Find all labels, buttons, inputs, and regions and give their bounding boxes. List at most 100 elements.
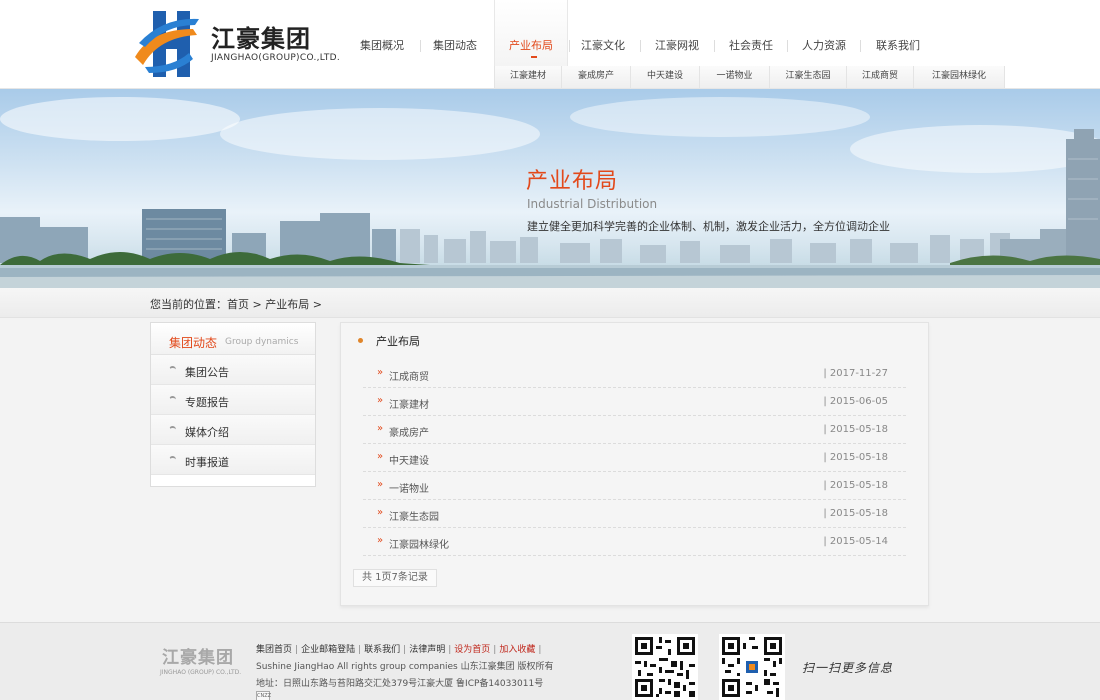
subnav-item-building-materials[interactable]: 江豪建材: [495, 66, 562, 88]
footer-link-separator: |: [295, 645, 299, 655]
logo-mark-icon: [135, 11, 199, 77]
list-item[interactable]: » 中天建设 | 2015-05-18: [363, 444, 906, 472]
content-panel: 产业布局 » 江成商贸 | 2017-11-27 » 江豪建材 | 2015-0…: [340, 322, 929, 606]
sidebar-item-current-affairs[interactable]: 时事报道: [151, 445, 315, 475]
footer-link-separator: |: [403, 645, 407, 655]
breadcrumb-separator: >: [252, 298, 262, 311]
nav-item-hr[interactable]: 人力资源: [789, 0, 859, 66]
list-item-title: 中天建设: [389, 456, 429, 467]
site-footer: 江豪集团 JINGHAO (GROUP) CO.,LTD. 集团首页 | 企业邮箱登…: [0, 622, 1100, 700]
list-item-title: 江豪园林绿化: [389, 540, 449, 551]
bullet-icon: [169, 396, 176, 403]
stats-badge-icon[interactable]: CNZZ: [256, 691, 271, 700]
sidebar-item-label: 专题报告: [185, 396, 229, 409]
subnav-item-real-estate[interactable]: 豪成房产: [562, 66, 631, 88]
nav-item-news[interactable]: 集团动态: [420, 0, 490, 66]
footer-logo-text: 江豪集团: [162, 648, 234, 668]
sidebar-subtitle: Group dynamics: [225, 337, 299, 347]
nav-item-video[interactable]: 江豪网视: [642, 0, 712, 66]
sidebar: 集团动态 Group dynamics 集团公告 专题报告 媒体介绍 时事报道: [150, 322, 316, 487]
qr-code-icon: [632, 634, 698, 700]
breadcrumb-separator: >: [312, 298, 322, 311]
banner: 产业布局 Industrial Distribution 建立健全更加科学完善的…: [0, 89, 1100, 288]
list-item-date: | 2015-06-05: [823, 396, 888, 407]
double-arrow-icon: »: [377, 423, 384, 434]
footer-links: 集团首页 | 企业邮箱登陆 | 联系我们 | 法律声明 | 设为首页 | 加入收藏 |: [256, 642, 544, 655]
list-item[interactable]: » 一诺物业 | 2015-05-18: [363, 472, 906, 500]
logo-text-en: JIANGHAO(GROUP)CO.,LTD.: [211, 53, 341, 63]
footer-link-set-homepage[interactable]: 设为首页: [454, 645, 490, 655]
bullet-icon: [169, 366, 176, 373]
footer-copyright: Sushine JiangHao All rights group compan…: [256, 662, 554, 672]
nav-item-contact[interactable]: 联系我们: [862, 0, 934, 66]
list-item[interactable]: » 江豪建材 | 2015-06-05: [363, 388, 906, 416]
list-item-title: 江成商贸: [389, 372, 429, 383]
nav-item-overview[interactable]: 集团概况: [346, 0, 418, 66]
banner-title: 产业布局: [526, 169, 619, 194]
list-item[interactable]: » 江豪园林绿化 | 2015-05-14: [363, 528, 906, 556]
subnav-item-construction[interactable]: 中天建设: [631, 66, 700, 88]
sidebar-item-announcements[interactable]: 集团公告: [151, 355, 315, 385]
list-item-date: | 2015-05-14: [823, 536, 888, 547]
breadcrumb-bar: 您当前的位置：首页 > 产业布局 >: [0, 288, 1100, 318]
pagination-info: 共 1页7条记录: [353, 569, 437, 587]
footer-address: 地址：日照山东路与苔阳路交汇处379号江豪大厦 鲁ICP备14033011号: [256, 679, 544, 689]
list-item[interactable]: » 豪成房产 | 2015-05-18: [363, 416, 906, 444]
footer-link-mail-login[interactable]: 企业邮箱登陆: [301, 645, 355, 655]
subnav-item-eco-park[interactable]: 江豪生态园: [770, 66, 847, 88]
double-arrow-icon: »: [377, 535, 384, 546]
sidebar-header: 集团动态 Group dynamics: [151, 323, 315, 355]
list-item-date: | 2017-11-27: [823, 368, 888, 379]
footer-link-separator: |: [358, 645, 362, 655]
footer-link-home[interactable]: 集团首页: [256, 645, 292, 655]
logo[interactable]: 江豪集团 JIANGHAO(GROUP)CO.,LTD.: [133, 7, 340, 83]
panel-title: 产业布局: [376, 335, 420, 348]
banner-description: 建立健全更加科学完善的企业体制、机制，激发企业活力，全方位调动企业: [527, 220, 890, 233]
list-item-title: 一诺物业: [389, 484, 429, 495]
footer-link-separator: |: [538, 645, 542, 655]
panel-header: 产业布局: [341, 323, 928, 355]
subnav-item-trade[interactable]: 江成商贸: [847, 66, 914, 88]
bullet-icon: [169, 456, 176, 463]
nav-divider: [640, 40, 641, 52]
list-item-date: | 2015-05-18: [823, 424, 888, 435]
breadcrumb-prefix: 您当前的位置：: [150, 298, 227, 311]
list-item-date: | 2015-05-18: [823, 452, 888, 463]
nav-divider: [860, 40, 861, 52]
nav-item-responsibility[interactable]: 社会责任: [716, 0, 786, 66]
nav-divider: [714, 40, 715, 52]
double-arrow-icon: »: [377, 395, 384, 406]
qr-code-icon: [719, 634, 785, 700]
list-item[interactable]: » 江成商贸 | 2017-11-27: [363, 360, 906, 388]
list-item-title: 江豪生态园: [389, 512, 439, 523]
breadcrumb-current-link[interactable]: 产业布局: [265, 298, 309, 311]
footer-link-contact[interactable]: 联系我们: [364, 645, 400, 655]
site-header: 江豪集团 JIANGHAO(GROUP)CO.,LTD. 集团概况 集团动态 产…: [0, 0, 1100, 89]
double-arrow-icon: »: [377, 451, 384, 462]
double-arrow-icon: »: [377, 367, 384, 378]
breadcrumb-home-link[interactable]: 首页: [227, 298, 249, 311]
sidebar-item-reports[interactable]: 专题报告: [151, 385, 315, 415]
footer-link-bookmark[interactable]: 加入收藏: [499, 645, 535, 655]
footer-link-legal[interactable]: 法律声明: [409, 645, 445, 655]
subnav-item-landscaping[interactable]: 江豪园林绿化: [914, 66, 1005, 88]
sidebar-item-label: 媒体介绍: [185, 426, 229, 439]
nav-divider: [787, 40, 788, 52]
sidebar-item-media[interactable]: 媒体介绍: [151, 415, 315, 445]
nav-item-industry[interactable]: 产业布局: [494, 0, 568, 66]
subnav-item-property[interactable]: 一诺物业: [700, 66, 770, 88]
nav-item-culture[interactable]: 江豪文化: [568, 0, 638, 66]
sidebar-title: 集团动态: [169, 336, 218, 350]
sub-nav: 江豪建材 豪成房产 中天建设 一诺物业 江豪生态园 江成商贸 江豪园林绿化: [494, 66, 1005, 88]
list-item-date: | 2015-05-18: [823, 508, 888, 519]
double-arrow-icon: »: [377, 479, 384, 490]
footer-link-separator: |: [493, 645, 497, 655]
bullet-icon: [358, 338, 363, 343]
list-item-date: | 2015-05-18: [823, 480, 888, 491]
footer-logo-subtext: JINGHAO (GROUP) CO.,LTD.: [160, 669, 242, 676]
banner-subtitle: Industrial Distribution: [527, 197, 658, 211]
sidebar-item-label: 时事报道: [185, 456, 229, 469]
footer-link-separator: |: [448, 645, 452, 655]
list-item[interactable]: » 江豪生态园 | 2015-05-18: [363, 500, 906, 528]
breadcrumb: 您当前的位置：首页 > 产业布局 >: [150, 296, 322, 312]
